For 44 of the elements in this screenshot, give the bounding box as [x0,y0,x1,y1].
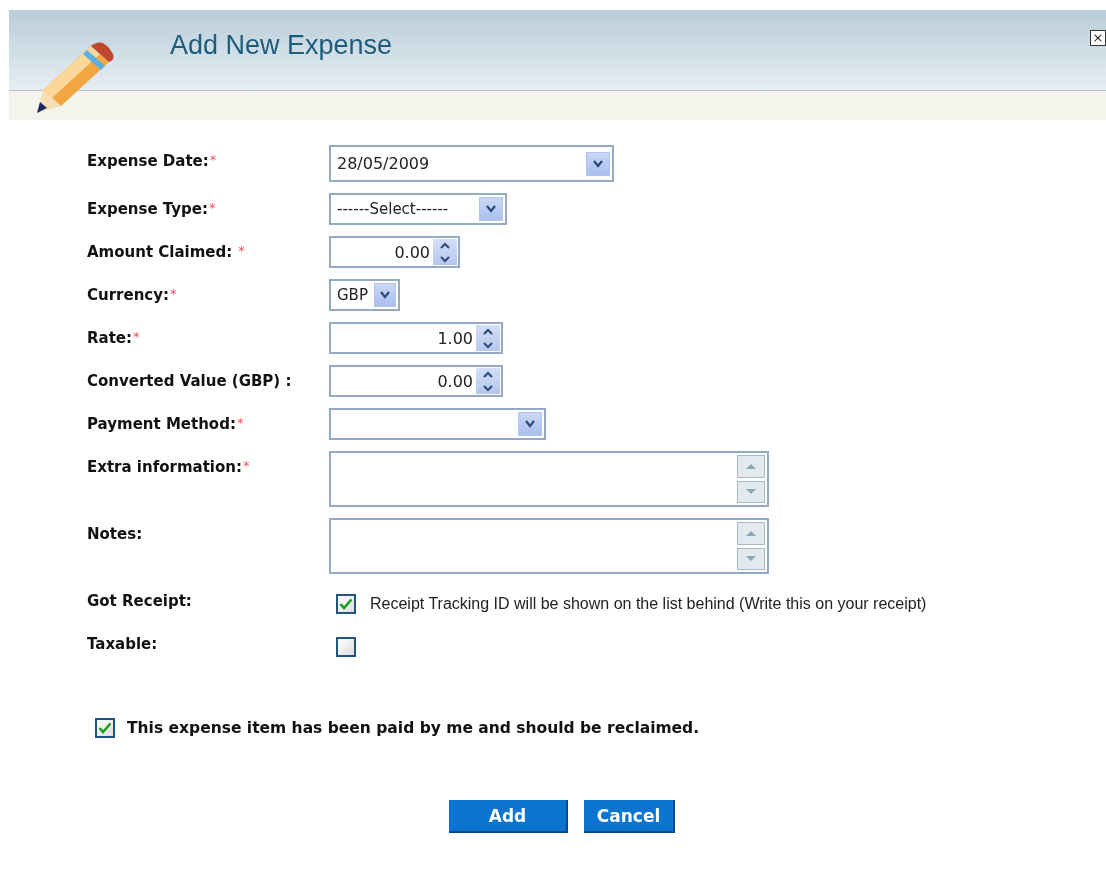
scroll-down-button[interactable] [737,547,765,570]
dropdown[interactable]: ------Select------ [329,193,507,225]
triangle-up-icon [745,462,757,470]
chevron-down-icon[interactable] [479,197,503,221]
date-picker[interactable]: 28/05/2009 [329,145,614,182]
pencil-icon [35,40,115,114]
field-label: Got Receipt: [87,592,192,610]
dropdown[interactable]: GBP [329,279,400,311]
field-label: Expense Type: [87,200,208,218]
chevron-down-icon[interactable] [586,151,610,176]
field-label: Currency: [87,286,169,304]
checkbox[interactable] [95,718,115,738]
chevron-down-icon[interactable] [373,283,396,307]
required-mark: * [133,329,140,344]
checkbox-label: This expense item has been paid by me and should be reclaimed. [127,719,700,737]
field-label: Converted Value (GBP) : [87,372,292,390]
chevron-down-icon[interactable] [518,412,542,436]
field-label: Taxable: [87,635,158,653]
field-label: Amount Claimed: [87,243,233,261]
field-label: Payment Method: [87,415,236,433]
triangle-down-icon [745,488,757,496]
number-field[interactable]: 0.00 [329,365,503,397]
dialog-title: Add New Expense [170,30,393,61]
field-label: Expense Date: [87,152,209,170]
field-label: Rate: [87,329,132,347]
checkbox-label: Receipt Tracking ID will be shown on the list behind (Write this on your receipt) [370,595,927,613]
scroll-down-button[interactable] [737,480,765,503]
cancel-button[interactable]: Cancel [584,800,675,833]
number-field[interactable]: 0.00 [329,236,460,268]
required-mark: * [209,152,217,167]
required-mark: * [170,286,177,301]
checkbox[interactable] [336,594,356,614]
close-button[interactable]: × [1090,30,1106,46]
number-field[interactable]: 1.00 [329,322,503,354]
required-mark: * [209,200,216,215]
checkbox[interactable] [336,637,356,657]
required-mark: * [236,415,244,430]
required-mark: * [238,243,245,258]
triangle-up-icon [745,529,757,537]
add-button[interactable]: Add [449,800,568,833]
field-label: Notes: [87,525,143,543]
required-mark: * [242,458,250,473]
triangle-down-icon [745,555,757,563]
field-label: Extra information: [87,458,242,476]
